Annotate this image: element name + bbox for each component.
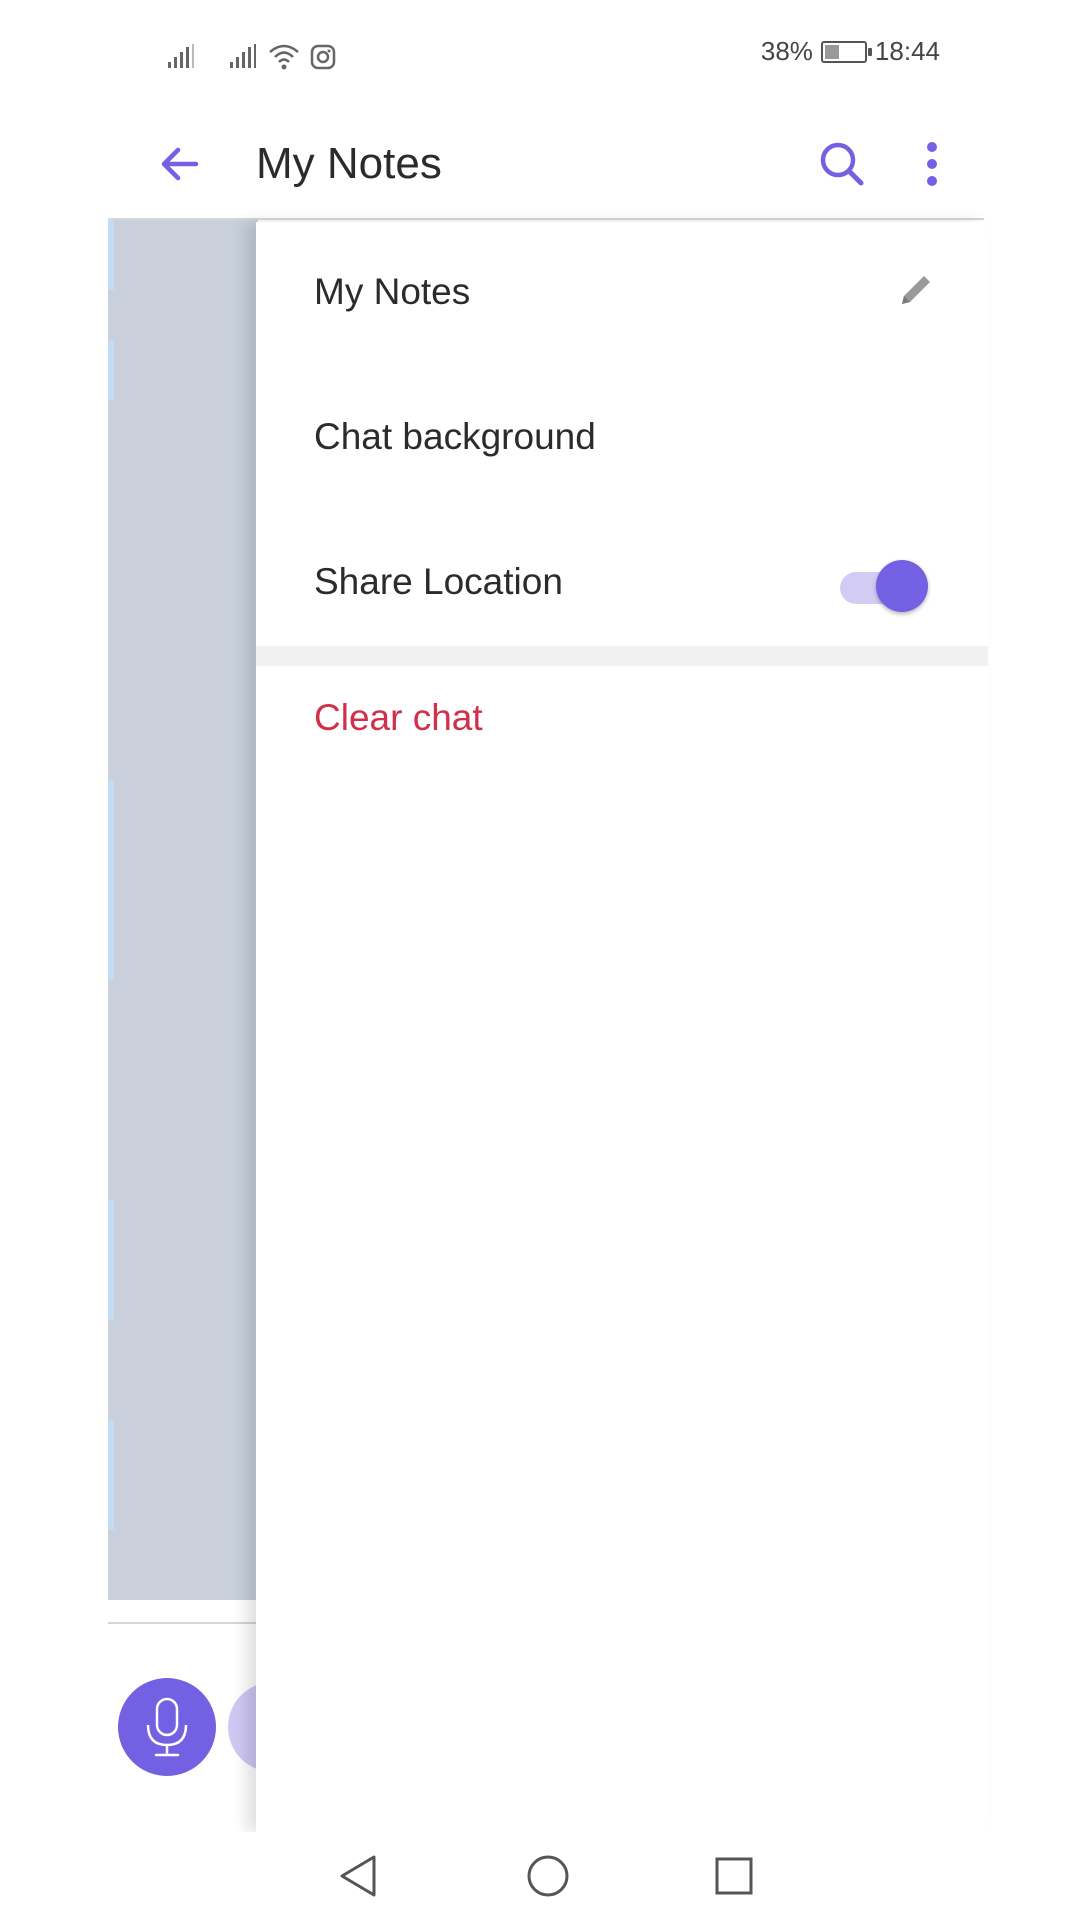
chat-background-dimmed	[108, 220, 258, 1600]
status-bar: 38% 18:44	[0, 0, 1080, 108]
composer-divider	[108, 1622, 258, 1624]
drawer-item-my-notes[interactable]: My Notes	[256, 222, 988, 367]
drawer-item-label: My Notes	[314, 271, 471, 312]
app-bar: My Notes	[108, 108, 984, 220]
chat-bubble-edge	[108, 1420, 114, 1530]
pencil-icon	[902, 276, 930, 304]
nav-home-button[interactable]	[516, 1844, 580, 1908]
home-circle-icon	[527, 1855, 569, 1897]
search-button[interactable]	[808, 130, 876, 198]
drawer-item-label: Chat background	[314, 416, 596, 457]
back-button[interactable]	[148, 132, 212, 196]
signal-icon	[230, 44, 256, 68]
system-nav-bar	[0, 1832, 1080, 1920]
drawer-item-share-location[interactable]: Share Location	[256, 512, 988, 657]
drawer-item-label: Share Location	[314, 561, 563, 602]
status-icons-right: 38% 18:44	[761, 36, 940, 67]
wifi-icon	[269, 44, 299, 70]
chat-bubble-edge	[108, 220, 114, 290]
chat-info-drawer: My Notes Chat background Share Location …	[256, 222, 988, 1832]
edit-name-button[interactable]	[888, 262, 944, 318]
status-time: 18:44	[874, 36, 940, 66]
back-triangle-icon	[340, 1855, 376, 1897]
drawer-item-chat-background[interactable]: Chat background	[256, 367, 988, 512]
nav-recents-button[interactable]	[702, 1844, 766, 1908]
more-vertical-icon	[927, 142, 937, 186]
signal-icon	[168, 44, 194, 68]
status-icons-left	[166, 40, 336, 70]
search-icon	[820, 142, 864, 186]
chat-bubble-edge	[108, 340, 114, 400]
chat-bubble-edge	[108, 1200, 114, 1320]
battery-level	[824, 44, 839, 59]
recents-square-icon	[715, 1857, 753, 1895]
section-divider	[256, 646, 988, 666]
microphone-icon	[146, 1697, 188, 1757]
voice-message-button[interactable]	[118, 1678, 216, 1776]
clear-chat-label: Clear chat	[314, 697, 483, 738]
page-title: My Notes	[256, 139, 442, 188]
chat-bubble-edge	[108, 780, 114, 980]
back-arrow-icon	[161, 147, 199, 181]
battery-icon	[820, 40, 872, 63]
clear-chat-button[interactable]: Clear chat	[256, 666, 988, 806]
nav-back-button[interactable]	[326, 1844, 390, 1908]
toggle-thumb	[876, 560, 928, 612]
more-options-button[interactable]	[910, 130, 954, 198]
instagram-icon	[310, 44, 336, 70]
battery-percent: 38%	[760, 36, 813, 66]
share-location-toggle[interactable]	[838, 560, 928, 612]
